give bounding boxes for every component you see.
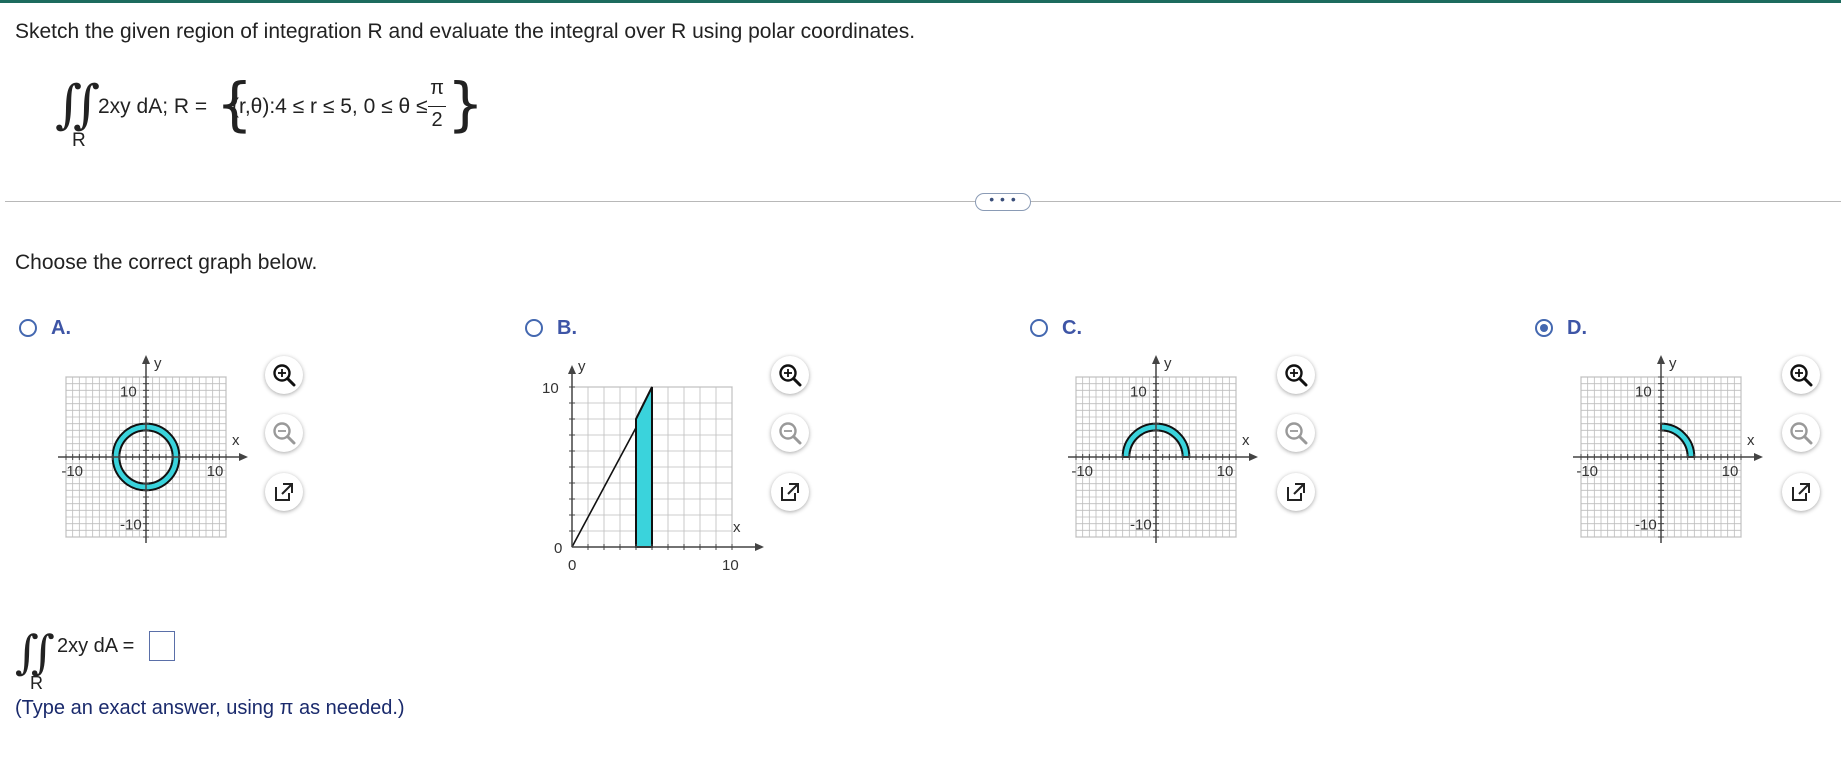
x-axis-label: x xyxy=(733,519,741,536)
y-max-label: 10 xyxy=(542,380,559,397)
graph-d-plot: 10 -10 -10 10 x y xyxy=(1573,355,1763,543)
popout-button[interactable] xyxy=(265,473,303,511)
zoom-in-icon xyxy=(1285,364,1308,387)
choose-graph-prompt: Choose the correct graph below. xyxy=(15,251,318,274)
x-min-label: -10 xyxy=(61,463,83,480)
popout-button[interactable] xyxy=(1782,473,1820,511)
x-max-label: 10 xyxy=(722,557,739,574)
y-axis-arrow xyxy=(1657,355,1665,364)
popout-button[interactable] xyxy=(771,473,809,511)
y-max-label: 10 xyxy=(120,383,137,400)
y-max-label: 10 xyxy=(1635,383,1652,400)
graph-a-plot: 10 -10 -10 10 x y xyxy=(58,355,248,543)
integral-sign: ∫ xyxy=(31,625,55,679)
graph-d: 10 -10 -10 10 x y xyxy=(1555,352,1780,557)
y-min-label: -10 xyxy=(1635,517,1657,534)
x-axis-arrow xyxy=(755,543,764,551)
graph-b: 10 0 0 10 x y xyxy=(535,355,775,580)
expand-more-button[interactable]: • • • xyxy=(975,192,1031,211)
graph-c: 10 -10 -10 10 x y xyxy=(1050,352,1275,557)
option-b-radio[interactable] xyxy=(525,319,543,337)
popout-icon xyxy=(1792,483,1810,501)
x-axis-arrow xyxy=(1249,453,1258,461)
popout-icon xyxy=(275,483,293,501)
y-max-label: 10 xyxy=(1130,383,1147,400)
pi-over-2-fraction: π 2 xyxy=(428,75,446,137)
option-d-radio[interactable] xyxy=(1535,319,1553,337)
zoom-out-icon xyxy=(1285,422,1308,445)
y-axis-label: y xyxy=(578,358,586,375)
question-text: Sketch the given region of integration R… xyxy=(15,20,916,43)
y-axis-label: y xyxy=(1669,355,1677,372)
x-axis-arrow xyxy=(1754,453,1763,461)
zoom-in-icon xyxy=(1790,364,1813,387)
y-axis-label: y xyxy=(1164,355,1172,372)
answer-hint: (Type an exact answer, using π as needed… xyxy=(15,697,405,719)
zoom-in-button[interactable] xyxy=(265,356,303,394)
region-subscript: R xyxy=(72,130,86,151)
integral-formula: ∫ ∫ R 2xy dA; R = { (r,θ):4 ≤ r ≤ 5, 0 ≤… xyxy=(55,70,495,155)
answer-section: ∫ ∫ R 2xy dA = xyxy=(15,625,615,705)
top-accent-bar xyxy=(0,0,1841,3)
fraction-denominator: 2 xyxy=(431,109,443,131)
y-min-label: 0 xyxy=(554,540,562,557)
option-d-letter: D. xyxy=(1567,317,1587,339)
graph-b-plot: 10 00 10 x y xyxy=(542,358,764,574)
x-min-label: -10 xyxy=(1071,463,1093,480)
option-a-letter: A. xyxy=(51,317,71,339)
popout-icon xyxy=(781,483,799,501)
x-max-label: 10 xyxy=(1722,463,1739,480)
x-axis-label: x xyxy=(1242,432,1250,449)
right-brace: } xyxy=(447,70,484,138)
zoom-out-button[interactable] xyxy=(1782,414,1820,452)
x-min-label: -10 xyxy=(1576,463,1598,480)
x-axis-label: x xyxy=(1747,432,1755,449)
x-max-label: 10 xyxy=(1217,463,1234,480)
zoom-out-button[interactable] xyxy=(771,414,809,452)
x-axis-arrow xyxy=(239,453,248,461)
zoom-out-icon xyxy=(273,422,296,445)
option-a-radio[interactable] xyxy=(19,319,37,337)
zoom-out-icon xyxy=(1790,422,1813,445)
option-b-letter: B. xyxy=(557,317,577,339)
zoom-in-button[interactable] xyxy=(1782,356,1820,394)
y-axis-arrow xyxy=(568,365,576,374)
fraction-numerator: π xyxy=(430,77,444,99)
answer-input[interactable] xyxy=(149,631,175,661)
zoom-in-button[interactable] xyxy=(771,356,809,394)
y-min-label: -10 xyxy=(1130,517,1152,534)
option-c-letter: C. xyxy=(1062,317,1082,339)
zoom-out-icon xyxy=(779,422,802,445)
x-min-label: 0 xyxy=(568,557,576,574)
y-min-label: -10 xyxy=(120,517,142,534)
answer-integrand: 2xy dA = xyxy=(57,635,135,657)
graph-c-plot: 10 -10 -10 10 x y xyxy=(1068,355,1258,543)
y-axis-arrow xyxy=(142,355,150,364)
zoom-in-icon xyxy=(779,364,802,387)
integrand-text: 2xy dA; R = xyxy=(98,95,208,118)
popout-button[interactable] xyxy=(1277,473,1315,511)
popout-icon xyxy=(1287,483,1305,501)
y-axis-label: y xyxy=(154,355,162,372)
section-divider xyxy=(5,201,1841,202)
zoom-in-button[interactable] xyxy=(1277,356,1315,394)
fraction-bar xyxy=(428,106,446,107)
integral-sign: ∫ xyxy=(73,75,101,135)
y-axis-arrow xyxy=(1152,355,1160,364)
graph-a: 10 -10 -10 10 x y xyxy=(40,352,265,557)
option-c-radio[interactable] xyxy=(1030,319,1048,337)
region-set-text: (r,θ):4 ≤ r ≤ 5, 0 ≤ θ ≤ xyxy=(232,95,428,118)
x-axis-label: x xyxy=(232,432,240,449)
zoom-out-button[interactable] xyxy=(265,414,303,452)
zoom-in-icon xyxy=(273,364,296,387)
x-max-label: 10 xyxy=(207,463,224,480)
region-subscript: R xyxy=(30,673,43,693)
zoom-out-button[interactable] xyxy=(1277,414,1315,452)
